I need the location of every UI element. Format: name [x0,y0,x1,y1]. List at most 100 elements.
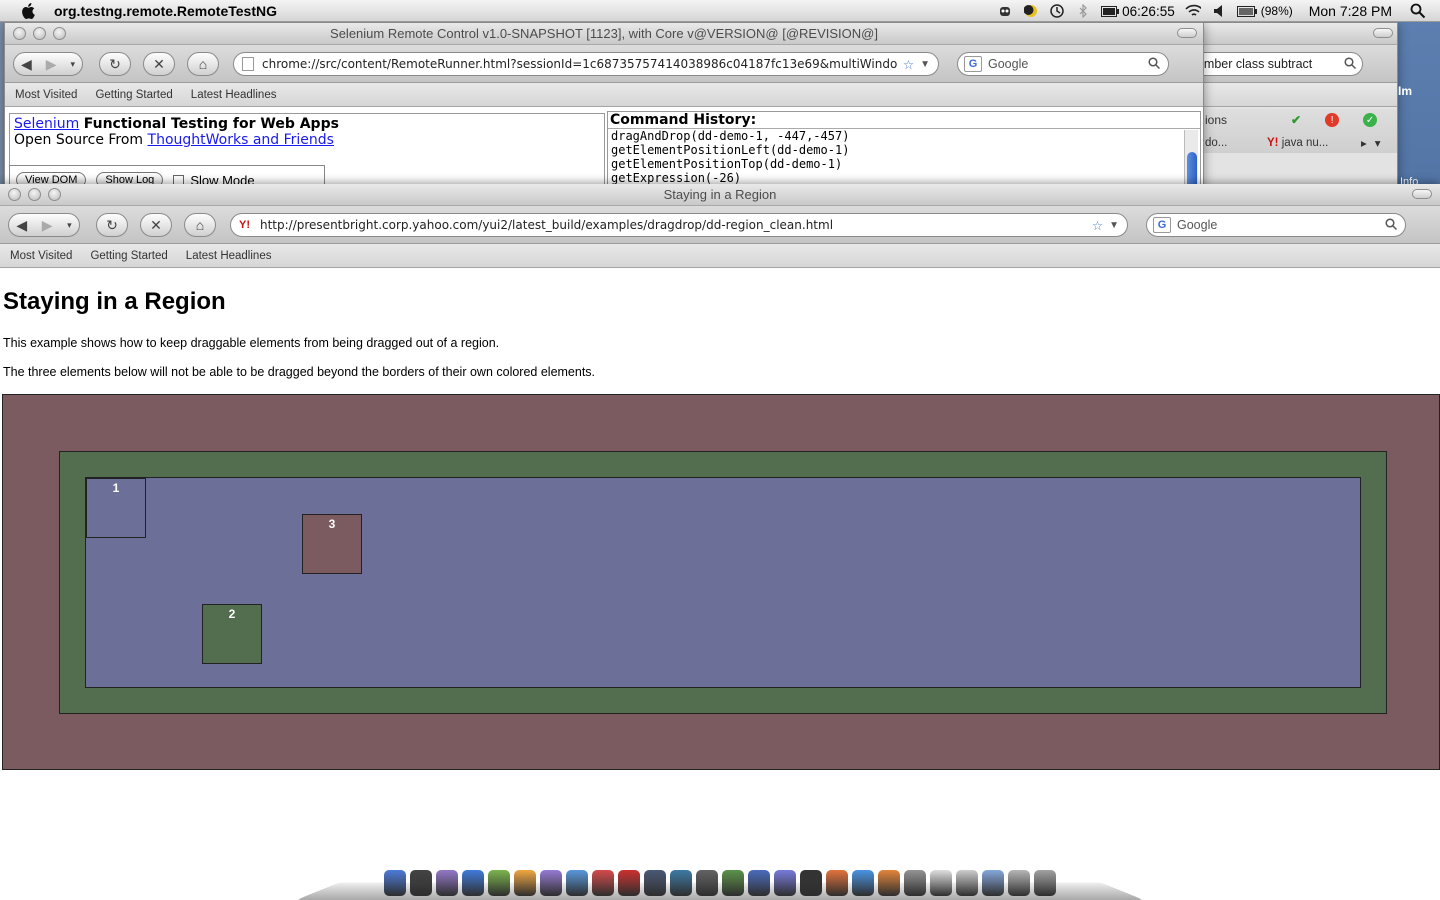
word-icon[interactable] [462,870,484,896]
command-history-title: Command History: [608,112,1200,129]
volume-icon[interactable] [1211,3,1227,19]
eclipse-icon[interactable] [774,870,796,896]
yahoo-titlebar[interactable]: Staying in a Region [0,184,1440,206]
moon-icon[interactable] [1023,3,1039,19]
battery-status[interactable]: (98%) [1236,4,1293,18]
firefox-icon[interactable] [826,870,848,896]
spotlight-icon[interactable] [1410,3,1426,19]
ichat-icon[interactable] [592,870,614,896]
bookmark-most-visited[interactable]: Most Visited [15,89,77,101]
wifi-icon[interactable] [1185,3,1201,19]
url-dropdown-icon[interactable]: ▼ [920,59,930,70]
region-middle: 1 2 3 [59,451,1387,714]
google-icon[interactable]: G [964,56,982,72]
network-icon[interactable] [748,870,770,896]
selenium-link[interactable]: Selenium [14,116,79,132]
thoughtworks-link[interactable]: ThoughtWorks and Friends [148,132,334,148]
reload-button[interactable]: ↻ [96,213,128,237]
terminal-icon[interactable] [800,870,822,896]
search-placeholder: Google [988,57,1029,71]
yahoo-url-bar[interactable]: Y! http://presentbright.corp.yahoo.com/y… [230,213,1128,237]
stack-icon[interactable] [956,870,978,896]
yahoo-search-bar[interactable]: G Google [1146,213,1406,237]
preview-icon[interactable] [436,870,458,896]
home-button[interactable]: ⌂ [184,213,216,237]
history-dropdown-icon[interactable]: ▾ [70,59,75,70]
folder-icon[interactable] [982,870,1004,896]
forward-arrow-icon[interactable]: ▶ [46,56,57,73]
background-tab-1[interactable]: do... [1205,137,1259,149]
url-dropdown-icon[interactable]: ▼ [1109,220,1119,231]
bookmark-getting-started[interactable]: Getting Started [95,89,172,101]
draggable-box-1[interactable]: 1 [86,478,146,538]
reload-button[interactable]: ↻ [99,52,131,76]
stop-button[interactable]: ✕ [143,52,175,76]
options-menu[interactable]: ions [1205,113,1227,127]
draggable-box-3[interactable]: 3 [302,514,362,574]
iweb-icon[interactable] [488,870,510,896]
selenium-search-bar[interactable]: G Google [957,52,1169,76]
background-toolbar-strip: ions ✔ ! ✓ do... Y! java nu... ▸ ▾ [1203,109,1397,153]
toolbar-toggle-icon[interactable] [1177,28,1197,38]
robot-icon[interactable] [997,3,1013,19]
bluetooth-icon[interactable] [1075,3,1091,19]
back-arrow-icon[interactable]: ◀ [21,56,32,73]
bookmark-star-icon[interactable]: ☆ [903,57,914,72]
bookmark-getting-started[interactable]: Getting Started [90,250,167,262]
toolbar-toggle-icon[interactable] [1412,189,1432,199]
home-button[interactable]: ⌂ [187,52,219,76]
apple-menu-icon[interactable] [18,1,38,21]
stop-button[interactable]: ✕ [140,213,172,237]
red-error-icon[interactable]: ! [1325,113,1340,127]
draggable-box-2[interactable]: 2 [202,604,262,664]
dashboard-icon[interactable] [410,870,432,896]
background-window-titlebar[interactable] [1203,23,1397,45]
yahoo-bookmarks-bar: Most Visited Getting Started Latest Head… [0,244,1440,268]
search-icon[interactable] [1148,56,1161,72]
green-check-icon[interactable]: ✔ [1291,113,1301,127]
bookmark-star-icon[interactable]: ☆ [1092,218,1103,233]
pages-icon[interactable] [514,870,536,896]
selenium-content: Selenium Functional Testing for Web Apps… [5,109,1203,191]
downloads-icon[interactable] [1008,870,1030,896]
history-dropdown-icon[interactable]: ▾ [67,220,72,231]
green-ok-icon[interactable]: ✓ [1363,113,1378,127]
command-entry: getElementPositionTop(dd-demo-1) [611,157,843,171]
docs-icon[interactable] [930,870,952,896]
iphoto-icon[interactable] [566,870,588,896]
bookmark-latest-headlines[interactable]: Latest Headlines [191,89,277,101]
command-history-scrollbar[interactable] [1184,130,1198,191]
selenium-titlebar[interactable]: Selenium Remote Control v1.0-SNAPSHOT [1… [5,23,1203,45]
cisco-icon[interactable] [670,870,692,896]
list-all-tabs-icon[interactable]: ▾ [1375,136,1381,150]
battery-clock[interactable]: 06:26:55 [1101,4,1175,19]
time-machine-icon[interactable] [1049,3,1065,19]
selenium-url-bar[interactable]: chrome://src/content/RemoteRunner.html?s… [233,52,939,76]
firefox-alt-icon[interactable] [878,870,900,896]
forward-arrow-icon[interactable]: ▶ [42,217,53,234]
bookmark-latest-headlines[interactable]: Latest Headlines [186,250,272,262]
safari-icon[interactable] [852,870,874,896]
menubar-datetime[interactable]: Mon 7:28 PM [1309,3,1392,19]
search-icon[interactable] [1344,56,1357,72]
automator-icon[interactable] [722,870,744,896]
expose-icon[interactable] [644,870,666,896]
bookmark-most-visited[interactable]: Most Visited [10,250,72,262]
tab-scroll-arrow-icon[interactable]: ▸ [1361,136,1367,150]
pdf-icon[interactable] [618,870,640,896]
keynote-icon[interactable] [540,870,562,896]
back-arrow-icon[interactable]: ◀ [16,217,27,234]
selenium-tagline: Functional Testing for Web Apps [83,116,339,132]
finder-icon[interactable] [384,870,406,896]
trash-icon[interactable] [1034,870,1056,896]
search-icon[interactable] [1385,217,1398,233]
page-title: Staying in a Region [3,288,226,315]
google-icon[interactable]: G [1153,217,1171,233]
utility-icon[interactable] [696,870,718,896]
background-tab-2[interactable]: Y! java nu... [1267,137,1353,149]
toolbar-toggle-icon[interactable] [1373,28,1393,38]
active-app-name[interactable]: org.testng.remote.RemoteTestNG [54,3,277,19]
script-icon[interactable] [904,870,926,896]
background-search-field[interactable]: number class subtract [1203,52,1363,76]
battery-icon [1101,5,1120,17]
